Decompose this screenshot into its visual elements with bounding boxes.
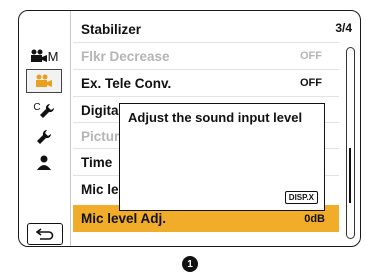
menu-item-label: Ex. Tele Conv.	[81, 75, 172, 91]
menu-item-label: Time	[81, 154, 113, 170]
scrollbar[interactable]	[346, 47, 355, 239]
help-popup: Adjust the sound input level DISP.X	[119, 103, 325, 211]
menu-item-label: Pictur	[81, 128, 120, 144]
page-indicator: 3/4	[335, 21, 352, 35]
tab-my-menu[interactable]	[26, 151, 62, 175]
tab-tools[interactable]	[26, 125, 62, 149]
tab-movie-manual[interactable]: M	[26, 44, 62, 68]
menu-item-value: OFF	[300, 77, 322, 89]
tab-camera-settings[interactable]	[26, 69, 62, 93]
sidebar-separator	[70, 11, 71, 246]
back-button[interactable]	[27, 223, 63, 245]
menu-item-label: Stabilizer	[81, 21, 142, 37]
person-icon	[37, 155, 51, 170]
wrench-icon	[39, 103, 54, 118]
menu-item-flkr-decrease: Flkr Decrease OFF	[80, 43, 336, 69]
disp-close-button[interactable]: DISP.X	[284, 191, 318, 204]
menu-item-label: Mic level Adj.	[81, 211, 167, 226]
return-arrow-icon	[36, 228, 54, 240]
scrollbar-thumb[interactable]	[349, 148, 351, 203]
movie-camera-icon-active	[36, 74, 52, 87]
menu-item-label: Digita	[81, 102, 119, 118]
tab-movie-manual-label: M	[47, 48, 59, 64]
wrench-icon	[37, 129, 52, 144]
menu-item-value: OFF	[300, 50, 322, 62]
tab-custom-tools[interactable]: C	[26, 99, 62, 123]
movie-camera-icon	[30, 49, 47, 62]
help-message: Adjust the sound input level	[128, 110, 303, 125]
menu-item-stabilizer[interactable]: Stabilizer	[80, 16, 336, 42]
menu-item-ex-tele-conv[interactable]: Ex. Tele Conv. OFF	[80, 70, 336, 96]
menu-item-value: 0dB	[304, 212, 325, 225]
camera-menu-screen: M C 3/4 Stabilizer Flkr Decrease OFF Ex.…	[18, 10, 361, 247]
menu-sidebar: M C	[19, 11, 69, 246]
callout-marker: 1	[182, 256, 198, 272]
menu-item-label: Flkr Decrease	[81, 48, 170, 64]
menu-item-label: Mic le	[81, 181, 119, 197]
